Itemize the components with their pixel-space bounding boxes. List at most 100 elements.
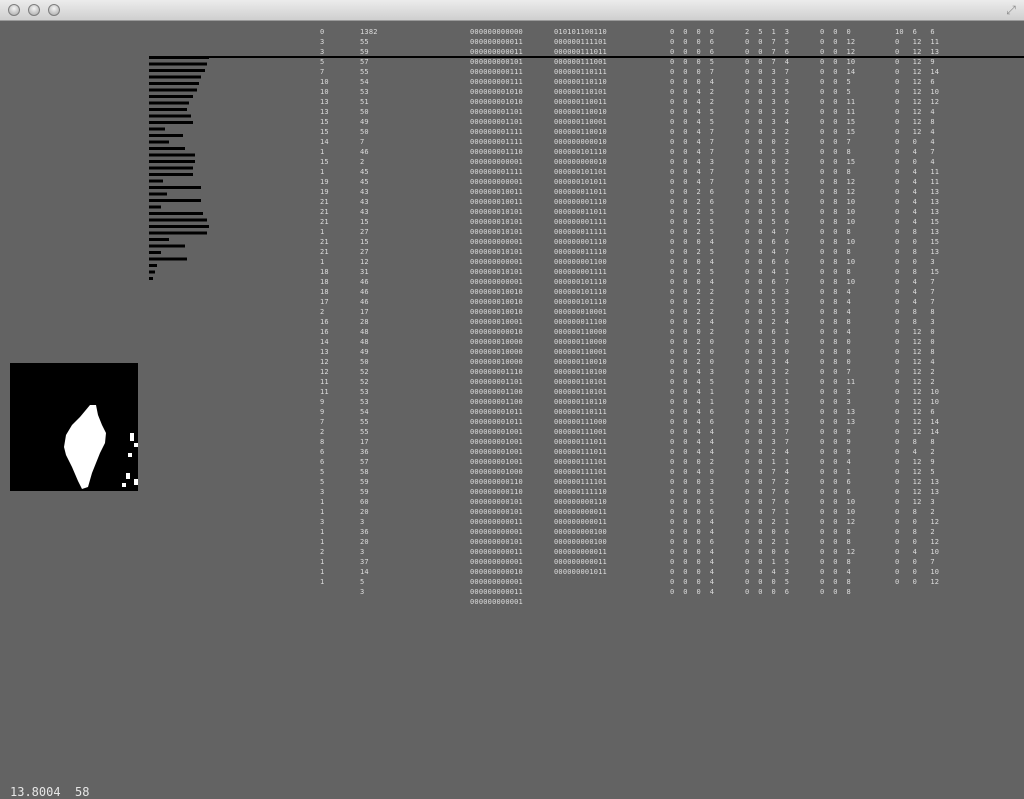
col-b-value: 3 [360, 588, 365, 596]
col-b-value: 27 [360, 248, 369, 256]
col-h-value: 0 4 2 [895, 448, 935, 456]
col-c-value: 000000000011 [470, 548, 523, 556]
col-e-value: 0 0 0 4 [670, 238, 715, 246]
col-a-value: 6 [320, 458, 325, 466]
col-d-value: 000000011011 [554, 188, 607, 196]
col-a-value: 11 [320, 388, 329, 396]
col-h-value: 0 12 13 [895, 478, 940, 486]
col-b-value: 36 [360, 448, 369, 456]
col-f-value: 0 0 3 3 [745, 418, 790, 426]
col-e-value: 0 0 0 4 [670, 548, 715, 556]
col-f-value: 0 0 6 7 [745, 278, 790, 286]
col-f-value: 0 0 3 6 [745, 98, 790, 106]
col-f-value: 0 0 0 2 [745, 138, 790, 146]
col-e-value: 0 0 0 4 [670, 78, 715, 86]
col-e-value: 0 0 2 0 [670, 348, 715, 356]
col-b-value: 50 [360, 108, 369, 116]
col-e-value: 0 0 2 5 [670, 218, 715, 226]
col-d-value: 000000011011 [554, 208, 607, 216]
col-h-value: 0 12 5 [895, 468, 935, 476]
col-f-value: 0 0 3 0 [745, 348, 790, 356]
col-e-value: 0 0 4 7 [670, 148, 715, 156]
col-b-value: 46 [360, 298, 369, 306]
col-a-value: 1 [320, 258, 325, 266]
col-d-value: 000000111101 [554, 468, 607, 476]
col-d-value: 000000110101 [554, 88, 607, 96]
col-d-value: 000000000110 [554, 498, 607, 506]
col-e-value: 0 0 4 6 [670, 408, 715, 416]
col-e-value: 0 0 0 4 [670, 568, 715, 576]
col-a-value: 3 [320, 518, 325, 526]
col-b-value: 15 [360, 238, 369, 246]
col-g-value: 0 0 3 [820, 398, 851, 406]
histogram-bar [149, 69, 205, 72]
col-f-value: 0 0 3 2 [745, 368, 790, 376]
minimize-window-button[interactable] [28, 4, 40, 16]
col-b-value: 20 [360, 538, 369, 546]
col-e-value: 0 0 2 5 [670, 208, 715, 216]
col-b-value: 59 [360, 488, 369, 496]
col-c-value: 000000000001 [470, 558, 523, 566]
col-a-value: 10 [320, 88, 329, 96]
histogram-bar [149, 82, 199, 85]
col-f-value: 0 0 5 3 [745, 308, 790, 316]
col-g-value: 0 8 4 [820, 298, 851, 306]
col-h-value: 10 6 6 [895, 28, 935, 36]
histogram-bar [149, 244, 185, 248]
close-window-button[interactable] [8, 4, 20, 16]
col-f-value: 0 0 7 6 [745, 488, 790, 496]
zoom-window-button[interactable] [48, 4, 60, 16]
col-a-value: 18 [320, 278, 329, 286]
col-g-value: 0 0 4 [820, 328, 851, 336]
col-f-value: 0 0 5 3 [745, 148, 790, 156]
col-h-value: 0 4 15 [895, 218, 940, 226]
col-h-value: 0 12 4 [895, 108, 935, 116]
col-a-value: 5 [320, 468, 325, 476]
col-h-value: 0 4 7 [895, 288, 935, 296]
col-a-value: 3 [320, 48, 325, 56]
col-c-value: 000000000001 [470, 158, 523, 166]
col-e-value: 0 0 2 2 [670, 308, 715, 316]
col-e-value: 0 0 0 7 [670, 68, 715, 76]
col-c-value: 000000010101 [470, 218, 523, 226]
col-b-value: 46 [360, 148, 369, 156]
col-c-value: 000000000101 [470, 58, 523, 66]
histogram-bar [149, 95, 193, 98]
col-g-value: 0 0 12 [820, 38, 856, 46]
col-h-value: 0 0 12 [895, 578, 940, 586]
col-b-value: 55 [360, 418, 369, 426]
col-a-value: 9 [320, 398, 325, 406]
col-h-value: 0 12 4 [895, 128, 935, 136]
col-c-value: 000000010000 [470, 348, 523, 356]
col-f-value: 0 0 1 5 [745, 558, 790, 566]
col-a-value: 5 [320, 58, 325, 66]
histogram-bar [149, 218, 207, 222]
col-b-value: 53 [360, 398, 369, 406]
col-d-value: 000000001111 [554, 268, 607, 276]
col-e-value: 0 0 0 0 [670, 28, 715, 36]
col-a-value: 1 [320, 558, 325, 566]
col-f-value: 0 0 3 5 [745, 398, 790, 406]
col-g-value: 0 0 15 [820, 118, 856, 126]
col-g-value: 0 0 8 [820, 248, 851, 256]
column-c: 000000000000 000000000011 000000000011 0000… [470, 27, 523, 607]
col-b-value: 5 [360, 578, 365, 586]
col-h-value: 0 12 10 [895, 88, 940, 96]
col-f-value: 0 0 7 5 [745, 38, 790, 46]
col-g-value: 0 0 8 [820, 228, 851, 236]
col-h-value: 0 0 10 [895, 568, 940, 576]
col-f-value: 0 0 3 7 [745, 428, 790, 436]
col-b-value: 48 [360, 338, 369, 346]
col-d-value: 000000101110 [554, 278, 607, 286]
col-f-value: 0 0 7 4 [745, 58, 790, 66]
col-e-value: 0 0 4 3 [670, 368, 715, 376]
col-b-value: 55 [360, 428, 369, 436]
col-a-value: 19 [320, 178, 329, 186]
col-h-value: 0 12 2 [895, 368, 935, 376]
column-f: 2 5 1 3 0 0 7 5 0 0 7 6 0 0 7 4 0 0 3 7 0 0 3… [745, 27, 789, 597]
col-c-value: 000000001000 [470, 468, 523, 476]
fullscreen-icon[interactable]: ⤢ [1004, 3, 1018, 17]
histogram-bar [149, 166, 193, 170]
col-g-value: 0 8 0 [820, 348, 851, 356]
col-b-value: 50 [360, 128, 369, 136]
